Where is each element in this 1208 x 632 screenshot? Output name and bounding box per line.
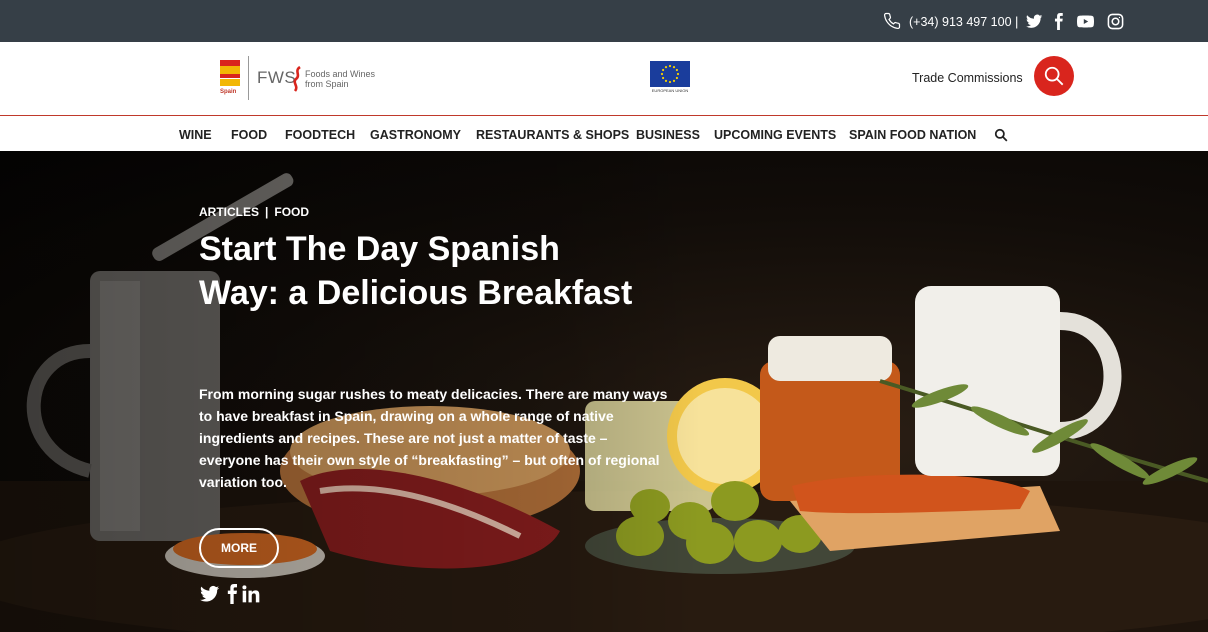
nav-item-gastronomy[interactable]: GASTRONOMY bbox=[370, 128, 461, 142]
nav-search-icon[interactable] bbox=[994, 128, 1008, 142]
instagram-icon[interactable] bbox=[1107, 13, 1124, 30]
logo-brand[interactable]: FWS bbox=[257, 68, 296, 88]
top-bar: (+34) 913 497 100 | bbox=[0, 0, 1208, 42]
logo-tagline-2: from Spain bbox=[305, 79, 349, 89]
phone-number[interactable]: (+34) 913 497 100 bbox=[909, 14, 1012, 30]
logo-divider bbox=[248, 56, 249, 100]
logo-tagline-1: Foods and Wines bbox=[305, 69, 376, 79]
more-button[interactable]: MORE bbox=[199, 528, 279, 568]
eu-label: EUROPEAN UNION bbox=[651, 88, 689, 93]
share-twitter-icon[interactable] bbox=[200, 584, 220, 604]
eu-flag-icon bbox=[650, 61, 690, 87]
nav-item-foodtech[interactable]: FOODTECH bbox=[285, 128, 355, 142]
trade-commissions-link[interactable]: Trade Commissions bbox=[912, 70, 1023, 86]
nav-item-spain-food-nation[interactable]: SPAIN FOOD NATION bbox=[849, 128, 976, 142]
youtube-icon[interactable] bbox=[1077, 13, 1094, 30]
nav-item-business[interactable]: BUSINESS bbox=[636, 128, 700, 142]
site-header: Spain FWS Foods and Wines from Spain EUR… bbox=[0, 42, 1208, 116]
main-nav: WINE FOOD FOODTECH GASTRONOMY RESTAURANT… bbox=[0, 117, 1208, 151]
logo-spain-label: Spain bbox=[220, 89, 237, 95]
article-title[interactable]: Start The Day Spanish Way: a Delicious B… bbox=[199, 227, 639, 315]
share-facebook-icon[interactable] bbox=[222, 584, 242, 604]
facebook-icon[interactable] bbox=[1050, 13, 1067, 30]
spain-flag-logo[interactable] bbox=[220, 60, 240, 86]
phone-icon bbox=[883, 12, 901, 30]
article-description: From morning sugar rushes to meaty delic… bbox=[199, 386, 668, 490]
search-button[interactable] bbox=[1034, 56, 1074, 96]
nav-item-restaurants-shops[interactable]: RESTAURANTS & SHOPS bbox=[476, 128, 629, 142]
twitter-icon[interactable] bbox=[1026, 13, 1043, 30]
search-icon bbox=[1044, 66, 1064, 86]
nav-item-upcoming-events[interactable]: UPCOMING EVENTS bbox=[714, 128, 836, 142]
nav-item-wine[interactable]: WINE bbox=[179, 128, 212, 142]
breadcrumb-separator: | bbox=[265, 205, 269, 219]
topbar-separator: | bbox=[1015, 14, 1019, 29]
logo-swash-icon bbox=[293, 66, 301, 92]
nav-item-food[interactable]: FOOD bbox=[231, 128, 267, 142]
article-breadcrumb: ARTICLES | FOOD bbox=[199, 205, 309, 219]
share-linkedin-icon[interactable] bbox=[241, 584, 261, 604]
hero-banner: ARTICLES | FOOD Start The Day Spanish Way:… bbox=[0, 151, 1208, 632]
breadcrumb-articles[interactable]: ARTICLES bbox=[199, 205, 259, 219]
breadcrumb-food[interactable]: FOOD bbox=[274, 205, 309, 219]
